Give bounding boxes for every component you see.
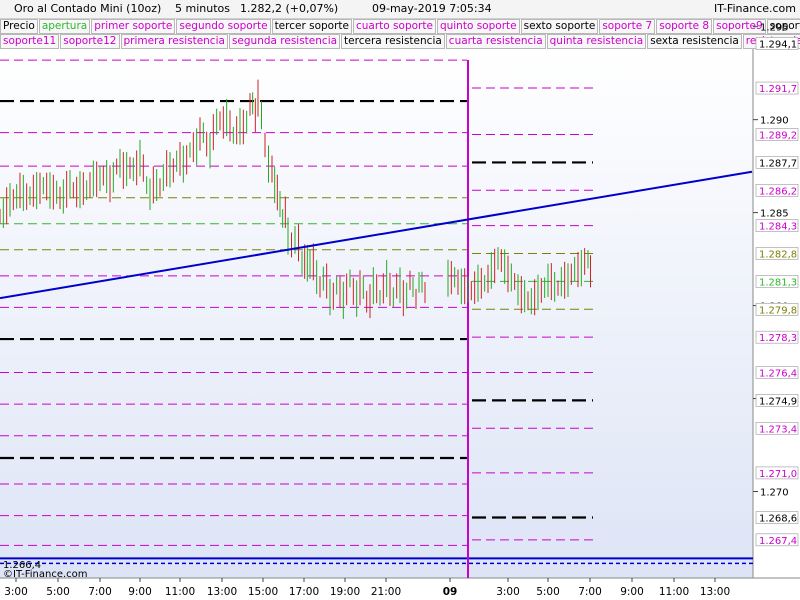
x-tick-label: 3:00: [496, 586, 520, 598]
x-tick-label: 17:00: [289, 586, 319, 598]
x-tick-label: 7:00: [88, 586, 112, 598]
x-tick-label: 11:00: [659, 586, 689, 598]
x-tick-label: 21:00: [371, 586, 401, 598]
x-tick-label: 3:00: [4, 586, 28, 598]
x-tick-label: 15:00: [248, 586, 278, 598]
x-tick-label: 9:00: [128, 586, 152, 598]
y-tick-label: 1.295: [760, 23, 789, 34]
price-tag-label: 1.274,9: [759, 396, 797, 407]
y-tick-label: 1.290: [760, 116, 789, 127]
x-tick-label: 9:00: [620, 586, 644, 598]
price-tag-label: 1.282,8: [759, 250, 797, 261]
price-tag-label: 1.271,0: [759, 469, 797, 480]
x-tick-label: 7:00: [578, 586, 602, 598]
x-tick-label: 13:00: [700, 586, 730, 598]
price-tag-label: 1.289,2: [759, 131, 797, 142]
x-tick-label: 11:00: [165, 586, 195, 598]
price-tag-label: 1.278,3: [759, 333, 797, 344]
price-tag-label: 1.279,8: [759, 305, 797, 316]
price-chart: 1.2951.2901.2851.2801.2751.270 1.294,11.…: [0, 23, 800, 598]
price-tag-label: 1.276,4: [759, 369, 797, 380]
y-tick-label: 1.270: [760, 487, 789, 498]
price-tag-label: 1.294,1: [759, 39, 797, 50]
watermark: ©IT-Finance.com: [3, 569, 88, 580]
price-tag-label: 1.268,6: [759, 514, 797, 525]
price-tag-label: 1.273,4: [759, 424, 797, 435]
price-tag-label: 1.286,2: [759, 186, 797, 197]
price-tag-label: 1.284,3: [759, 222, 797, 233]
x-tick-label: 13:00: [207, 586, 237, 598]
x-tick-label: 5:00: [46, 586, 70, 598]
price-tag-label: 1.287,7: [759, 158, 797, 169]
price-tag-label: 1.281,3: [759, 277, 797, 288]
price-tag-label: 1.267,4: [759, 536, 797, 547]
x-tick-label: 5:00: [536, 586, 560, 598]
plot-background: [0, 49, 753, 578]
x-axis-ticks: 3:00 5:00 7:00 9:00 11:00 13:00 15:00 17:00 19:0…: [4, 578, 730, 598]
x-tick-label: 09: [443, 586, 458, 598]
price-tag-label: 1.291,7: [759, 84, 797, 95]
y-tick-label: 1.285: [760, 209, 789, 220]
x-tick-label: 19:00: [330, 586, 360, 598]
